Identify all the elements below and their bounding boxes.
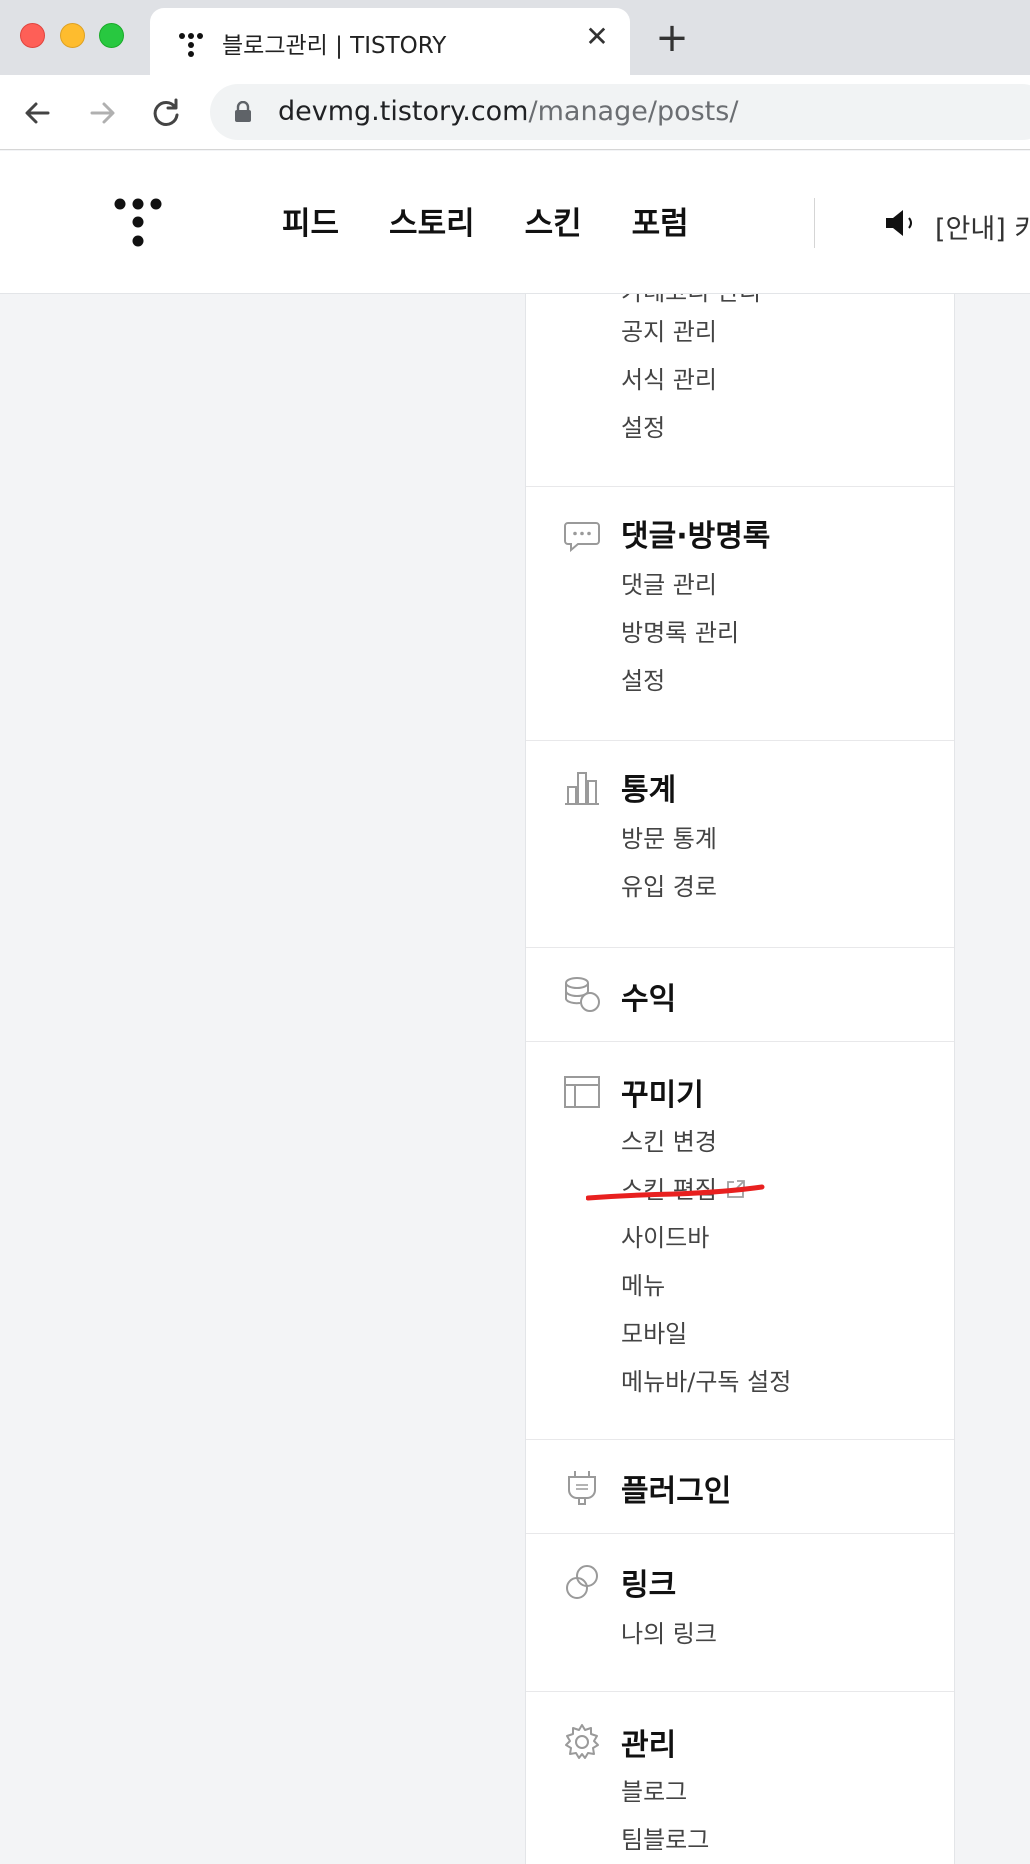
- skin-edit-label: 스킨 편집: [621, 1176, 717, 1204]
- sidebar-item-my-links[interactable]: 나의 링크: [621, 1618, 717, 1650]
- sidebar-item-skin-edit[interactable]: 스킨 편집: [621, 1174, 747, 1206]
- sidebar-item-comment-manage[interactable]: 댓글 관리: [621, 569, 717, 601]
- sidebar-item-skin-change[interactable]: 스킨 변경: [621, 1126, 717, 1158]
- external-link-icon: [727, 1180, 745, 1198]
- nav-story[interactable]: 스토리: [389, 198, 475, 243]
- section-title-manage[interactable]: 관리: [621, 1720, 676, 1764]
- plug-icon: [568, 1471, 596, 1505]
- url-bar[interactable]: devmg.tistory.com/manage/posts/: [210, 84, 1030, 140]
- site-header: 피드 스토리 스킨 포럼 [안내] 카: [0, 151, 1030, 294]
- header-divider: [814, 198, 815, 248]
- tab-title: 블로그관리 | TISTORY: [222, 33, 447, 59]
- sidebar-item-visit-stats[interactable]: 방문 통계: [621, 823, 717, 855]
- gear-icon: [565, 1724, 599, 1759]
- layout-icon: [564, 1076, 600, 1108]
- tab-close-icon[interactable]: ✕: [582, 22, 612, 52]
- url-host: devmg.tistory.com: [278, 96, 529, 127]
- section-title-comments[interactable]: 댓글·방명록: [621, 511, 770, 555]
- section-title-revenue[interactable]: 수익: [621, 974, 676, 1018]
- section-comments: 댓글·방명록 댓글 관리 방명록 관리 설정: [526, 487, 954, 741]
- sidebar-item-notice[interactable]: 공지 관리: [621, 316, 717, 348]
- section-link: 링크 나의 링크: [526, 1534, 954, 1692]
- sidebar-item-template[interactable]: 서식 관리: [621, 364, 717, 396]
- lock-icon[interactable]: [234, 101, 252, 123]
- sidebar-item-mobile[interactable]: 모바일: [621, 1318, 687, 1350]
- sidebar-item-category[interactable]: 카테고리 관리: [621, 294, 761, 308]
- section-posts: 카테고리 관리 공지 관리 서식 관리 설정: [526, 294, 954, 487]
- nav-skin[interactable]: 스킨: [525, 198, 582, 243]
- speaker-icon: [886, 210, 912, 236]
- reload-icon[interactable]: [146, 93, 186, 133]
- sidebar-item-referrer[interactable]: 유입 경로: [621, 871, 717, 903]
- tistory-logo-icon[interactable]: [112, 197, 164, 249]
- coins-icon: [565, 977, 600, 1012]
- comment-icon: [564, 522, 600, 553]
- browser-toolbar: devmg.tistory.com/manage/posts/: [0, 75, 1030, 150]
- section-manage: 관리 블로그 팀블로그: [526, 1692, 954, 1864]
- nav-forum[interactable]: 포럼: [632, 198, 689, 243]
- sidebar-item-sidebar[interactable]: 사이드바: [621, 1222, 709, 1254]
- global-nav: 피드 스토리 스킨 포럼: [282, 198, 689, 243]
- notice-banner[interactable]: [안내] 카: [935, 207, 1030, 246]
- url-text[interactable]: devmg.tistory.com/manage/posts/: [278, 96, 738, 127]
- sidebar-item-post-settings[interactable]: 설정: [621, 412, 665, 444]
- sidebar-item-blog[interactable]: 블로그: [621, 1776, 687, 1808]
- section-plugin: 플러그인: [526, 1440, 954, 1534]
- section-title-decorate[interactable]: 꾸미기: [621, 1070, 704, 1114]
- sidebar-item-guestbook-manage[interactable]: 방명록 관리: [621, 617, 739, 649]
- sidebar-item-menu[interactable]: 메뉴: [621, 1270, 665, 1302]
- window-maximize-button[interactable]: [99, 23, 124, 48]
- section-title-stats[interactable]: 통계: [621, 765, 676, 809]
- section-revenue: 수익: [526, 948, 954, 1042]
- new-tab-button[interactable]: +: [654, 18, 690, 58]
- section-title-plugin[interactable]: 플러그인: [621, 1466, 731, 1510]
- window-minimize-button[interactable]: [60, 23, 85, 48]
- forward-arrow-icon[interactable]: [82, 93, 122, 133]
- sidebar-item-menubar-subscribe[interactable]: 메뉴바/구독 설정: [621, 1366, 791, 1398]
- section-stats: 통계 방문 통계 유입 경로: [526, 741, 954, 948]
- nav-feed[interactable]: 피드: [282, 198, 339, 243]
- browser-tab-active[interactable]: 블로그관리 | TISTORY ✕: [150, 8, 630, 75]
- back-arrow-icon[interactable]: [18, 93, 58, 133]
- browser-tab-bar: 블로그관리 | TISTORY ✕ +: [0, 0, 1030, 75]
- sidebar-item-team-blog[interactable]: 팀블로그: [621, 1824, 709, 1856]
- link-icon: [566, 1565, 598, 1599]
- url-path: /manage/posts/: [528, 96, 739, 127]
- window-close-button[interactable]: [20, 23, 45, 48]
- section-title-link[interactable]: 링크: [621, 1560, 676, 1604]
- sidebar-item-comment-settings[interactable]: 설정: [621, 665, 665, 697]
- tistory-favicon-icon: [179, 33, 203, 57]
- blog-manage-sidebar: 카테고리 관리 공지 관리 서식 관리 설정 댓글·방명록 댓글 관리 방명록 …: [525, 294, 955, 1864]
- section-decorate: 꾸미기 스킨 변경 스킨 편집 사이드바 메뉴 모바일 메뉴바/구독 설정: [526, 1042, 954, 1440]
- bar-chart-icon: [565, 772, 599, 805]
